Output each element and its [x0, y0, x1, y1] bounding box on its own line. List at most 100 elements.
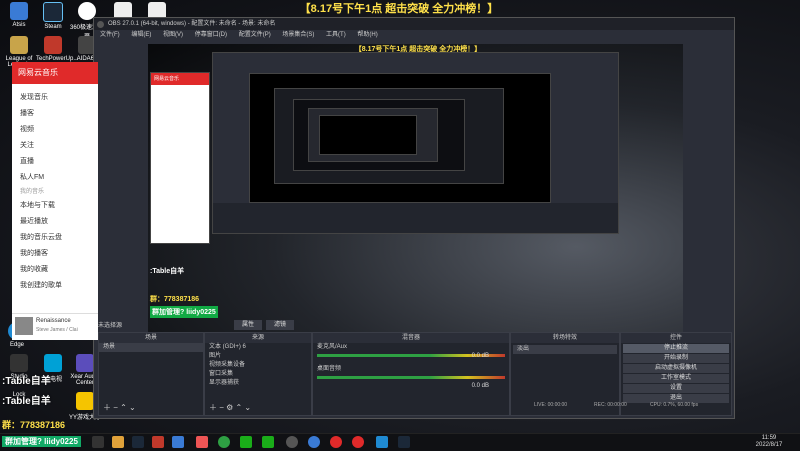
filters-button[interactable]: 滤镜 [266, 320, 294, 330]
overlay-table-text: :Table自羊 [2, 376, 51, 387]
wechat-icon[interactable] [240, 436, 252, 448]
music-nav-podcast[interactable]: 播客 [12, 106, 98, 122]
obs-taskbar-icon[interactable] [286, 436, 298, 448]
obs-window: OBS 27.0.1 (64-bit, windows) - 配置文件: 未命名… [93, 17, 735, 419]
music-nav-follow[interactable]: 关注 [12, 138, 98, 154]
obs-logo-icon [97, 21, 104, 28]
source-item[interactable]: 窗口采集 [205, 370, 311, 379]
music-player-bar: Renaissance Steve James / Clai [12, 313, 98, 340]
steam-taskbar-icon-2[interactable] [398, 436, 410, 448]
settings-button[interactable]: 设置 [623, 384, 729, 393]
source-item[interactable]: 图片 [205, 352, 311, 361]
music-created-playlists[interactable]: 我创建的歌单 [12, 278, 98, 294]
mixer-header: 混音器 [313, 333, 509, 343]
clock-time: 11:59 [761, 435, 777, 441]
music-my-recent[interactable]: 最近播放 [12, 214, 98, 230]
music-nav-discover[interactable]: 发现音乐 [12, 90, 98, 106]
scene-add-icon[interactable]: ＋ − ⌃ ⌄ [103, 402, 136, 413]
transition-select[interactable]: 淡出 [513, 345, 617, 354]
overlay-qq-text: 群：778387186 [2, 420, 66, 430]
browser-taskbar-icon[interactable] [308, 436, 320, 448]
music-nav-video[interactable]: 视频 [12, 122, 98, 138]
music-nav-fm[interactable]: 私人FM [12, 170, 98, 186]
preview-level-2 [249, 73, 551, 203]
menu-file[interactable]: 文件(F) [100, 32, 120, 38]
app-taskbar-icon[interactable] [196, 436, 208, 448]
netease-taskbar-icon[interactable] [330, 436, 342, 448]
app-taskbar-icon[interactable] [376, 436, 388, 448]
overlay-table-text-2: :Table自羊 [2, 396, 51, 407]
obs-title: OBS 27.0.1 (64-bit, windows) - 配置文件: 未命名… [108, 21, 276, 27]
properties-button[interactable]: 属性 [234, 320, 262, 330]
stop-stream-button[interactable]: 停止推流 [623, 344, 729, 353]
audio-icon [76, 354, 94, 372]
source-item[interactable]: 显示器捕获 [205, 379, 311, 388]
taskbar: 11:59 2022/8/17 [0, 433, 800, 451]
status-cpu: CPU: 0.7%, 60.00 fps [650, 402, 699, 408]
menu-scene-collection[interactable]: 场景集合(S) [282, 32, 314, 38]
source-add-icon[interactable]: ＋ − ⚙ ⌃ ⌄ [209, 402, 251, 413]
app-icon [10, 354, 28, 372]
desktop-icon-atsis[interactable]: Atsis [2, 2, 36, 28]
menu-view[interactable]: 视图(V) [163, 32, 183, 38]
taskbar-clock[interactable]: 11:59 2022/8/17 [744, 435, 794, 449]
music-app-window: 网易云音乐 发现音乐 播客 视频 关注 直播 私人FM 我的音乐 本地与下载 最… [12, 62, 98, 340]
steam-taskbar-icon[interactable] [132, 436, 144, 448]
weibo-icon[interactable] [352, 436, 364, 448]
mixer-track-name: 麦克风/Aux [317, 344, 348, 350]
mixer-track-db: 0.0 dB [471, 383, 489, 389]
album-art[interactable] [15, 317, 33, 335]
scene-item[interactable]: 场景 [99, 343, 203, 352]
music-nav-live[interactable]: 直播 [12, 154, 98, 170]
source-item[interactable]: 视频采集设备 [205, 361, 311, 370]
obs-preview[interactable]: 【8.17号下午1点 超击突破 全力冲榜！】 网易云音乐 :Table自羊 群：… [148, 44, 683, 334]
music-my-cloud[interactable]: 我的音乐云盘 [12, 230, 98, 246]
scenes-dock: 场景 场景 ＋ − ⌃ ⌄ [98, 332, 204, 416]
app-taskbar-icon[interactable] [152, 436, 164, 448]
menu-tools[interactable]: 工具(T) [326, 32, 346, 38]
audio-meter [317, 376, 505, 379]
preview-level-6 [319, 115, 417, 155]
preview-qq-text: 群：778387186 [150, 296, 200, 303]
desktop-icon-techpowerup[interactable]: TechPowerUp... [36, 36, 78, 62]
explorer-icon[interactable] [112, 436, 124, 448]
menu-edit[interactable]: 编辑(E) [131, 32, 151, 38]
start-record-button[interactable]: 开始录制 [623, 354, 729, 363]
preview-level-5 [308, 108, 438, 162]
music-section-label: 我的音乐 [20, 189, 45, 195]
status-live: LIVE: 00:00:00 [534, 402, 568, 408]
yy-icon [76, 392, 94, 410]
menu-help[interactable]: 帮助(H) [357, 32, 377, 38]
chrome-icon[interactable] [218, 436, 230, 448]
preview-level-3 [274, 88, 504, 184]
source-item[interactable]: 文本 (GDI+) 6 [205, 343, 311, 352]
app-icon [44, 36, 62, 54]
steam-icon [43, 2, 63, 22]
mixer-track-db: 0.0 dB [471, 353, 489, 359]
mixer-dock: 混音器 麦克风/Aux 0.0 dB 桌面音频 0.0 dB [312, 332, 510, 416]
transitions-header: 转场特效 [511, 333, 619, 343]
tv-icon [44, 354, 62, 372]
music-app-title[interactable]: 网易云音乐 [12, 62, 98, 84]
start-icon[interactable] [92, 436, 104, 448]
obs-menubar: 文件(F) 编辑(E) 视图(V) 停靠窗口(D) 配置文件(P) 场景集合(S… [94, 30, 734, 41]
music-my-local[interactable]: 本地与下载 [12, 198, 98, 214]
scenes-header: 场景 [99, 333, 203, 343]
preview-obs-docks [213, 203, 618, 233]
music-my-fav[interactable]: 我的收藏 [12, 262, 98, 278]
menu-docks[interactable]: 停靠窗口(D) [195, 32, 227, 38]
app-icon [10, 2, 28, 20]
sources-dock: 来源 文本 (GDI+) 6 图片 视频采集设备 窗口采集 显示器捕获 ＋ − … [204, 332, 312, 416]
overlay-group-text: 群加管理? liidy0225 [2, 436, 81, 447]
music-my-podcast[interactable]: 我的播客 [12, 246, 98, 262]
mixer-track-name: 桌面音频 [317, 366, 342, 372]
menu-profile[interactable]: 配置文件(P) [239, 32, 271, 38]
preview-music-capture: 网易云音乐 [150, 72, 210, 244]
desktop-icon-steam[interactable]: Steam [36, 2, 70, 30]
obs-titlebar[interactable]: OBS 27.0.1 (64-bit, windows) - 配置文件: 未命名… [94, 18, 734, 30]
sources-header: 来源 [205, 333, 311, 343]
studio-mode-button[interactable]: 工作室模式 [623, 374, 729, 383]
app-taskbar-icon[interactable] [172, 436, 184, 448]
wechat-icon[interactable] [262, 436, 274, 448]
virtual-camera-button[interactable]: 启动虚拟摄像机 [623, 364, 729, 373]
